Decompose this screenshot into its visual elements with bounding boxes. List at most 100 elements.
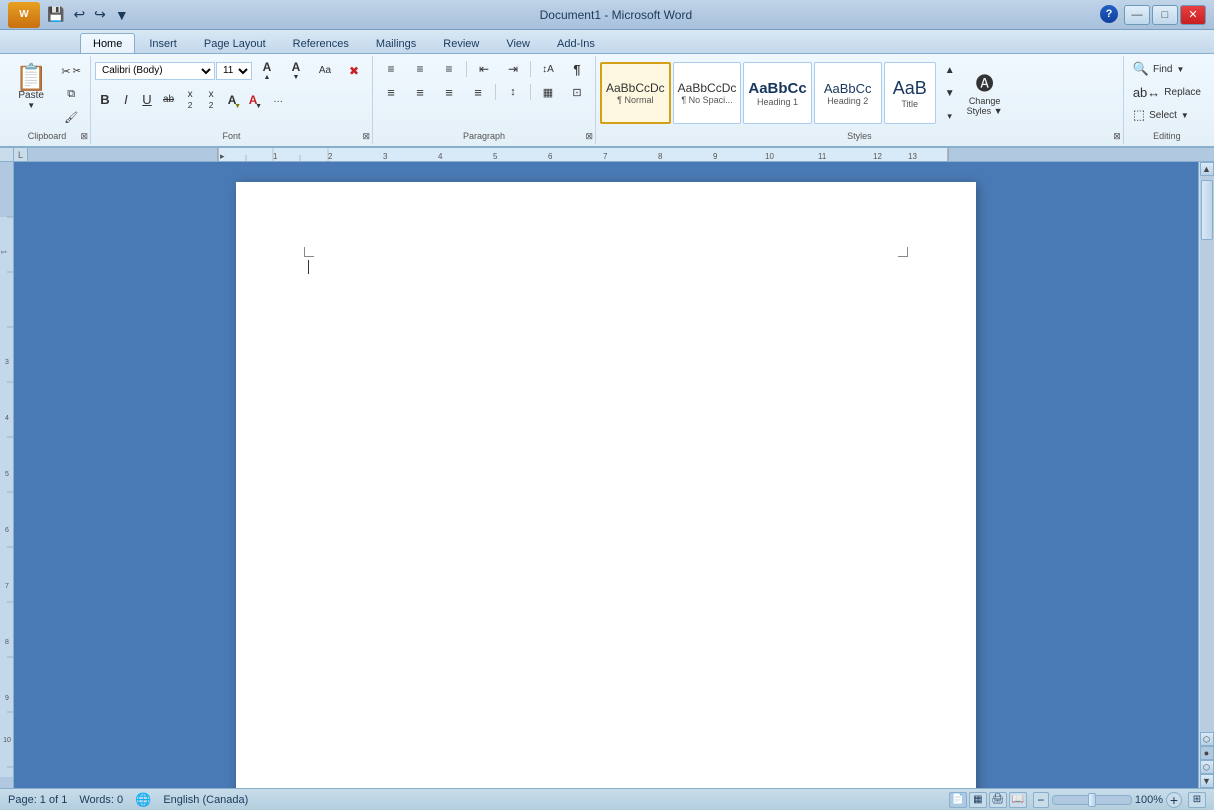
styles-scroll-down[interactable]: ▼ xyxy=(940,82,960,104)
styles-expand[interactable]: ⊠ xyxy=(1113,131,1121,142)
tab-mailings[interactable]: Mailings xyxy=(363,33,429,53)
sort-button[interactable]: ↕A xyxy=(534,58,562,80)
multilevel-button[interactable]: ≡ xyxy=(435,58,463,80)
tab-references[interactable]: References xyxy=(280,33,362,53)
bold-button[interactable]: B xyxy=(95,89,115,111)
web-layout-button[interactable]: 🖨 xyxy=(989,792,1007,808)
document-area: 1 2 3 4 5 6 7 8 9 10 L xyxy=(0,148,1214,788)
maximize-button[interactable]: □ xyxy=(1152,5,1178,25)
styles-more[interactable]: ▾ xyxy=(940,105,960,127)
svg-text:1: 1 xyxy=(0,250,7,254)
tab-home[interactable]: Home xyxy=(80,33,135,53)
quick-access-toolbar: 💾 ↩ ↪ ▼ xyxy=(44,5,132,24)
document-scroll-area[interactable] xyxy=(14,162,1198,788)
zoom-percent-button[interactable]: ⊞ xyxy=(1188,792,1206,808)
print-layout-button[interactable]: 📄 xyxy=(949,792,967,808)
change-case-button[interactable]: Aa xyxy=(311,60,339,82)
scroll-next-page[interactable]: ⬡ xyxy=(1200,760,1214,774)
paragraph-expand[interactable]: ⊠ xyxy=(585,131,593,142)
borders-button[interactable]: ⊡ xyxy=(563,81,591,103)
svg-text:10: 10 xyxy=(765,152,774,161)
font-expand[interactable]: ⊠ xyxy=(362,131,370,142)
svg-text:11: 11 xyxy=(818,152,827,161)
format-painter-button[interactable]: 🖌 xyxy=(56,106,86,128)
style-heading1[interactable]: AaBbCc Heading 1 xyxy=(743,62,811,124)
find-button[interactable]: 🔍 Find ▼ xyxy=(1128,58,1206,80)
line-spacing-button[interactable]: ↕ xyxy=(499,81,527,103)
paste-button[interactable]: 📋 Paste ▼ xyxy=(8,58,54,116)
undo-button[interactable]: ↩ xyxy=(70,5,88,24)
style-heading2-label: Heading 2 xyxy=(827,96,868,106)
style-no-spacing[interactable]: AaBbCcDc ¶ No Spaci... xyxy=(673,62,742,124)
horizontal-ruler: L 1 2 3 4 5 6 xyxy=(14,148,1214,162)
language-icon: 🌐 xyxy=(135,792,151,808)
clipboard-expand[interactable]: ⊠ xyxy=(80,131,88,142)
align-center-button[interactable]: ≡ xyxy=(406,81,434,103)
change-styles-label: ChangeStyles ▼ xyxy=(967,96,1003,116)
select-button[interactable]: ⬚ Select ▼ xyxy=(1128,104,1206,126)
style-heading2[interactable]: AaBbCc Heading 2 xyxy=(814,62,882,124)
ruler-corner[interactable]: L xyxy=(14,148,28,162)
decrease-indent-button[interactable]: ⇤ xyxy=(470,58,498,80)
scroll-down-button[interactable]: ▼ xyxy=(1200,774,1214,788)
strikethrough-button[interactable]: ab xyxy=(158,89,179,111)
scroll-select-browse[interactable]: ● xyxy=(1200,746,1214,760)
corner-mark-tr xyxy=(898,247,908,257)
copy-button[interactable]: ⧉ xyxy=(56,83,86,105)
increase-indent-button[interactable]: ⇥ xyxy=(499,58,527,80)
subscript-button[interactable]: x2 xyxy=(180,86,200,113)
bullets-button[interactable]: ≡ xyxy=(377,58,405,80)
full-screen-button[interactable]: ▦ xyxy=(969,792,987,808)
shading-button[interactable]: ▦ xyxy=(534,81,562,103)
font-name-select[interactable]: Calibri (Body) xyxy=(95,62,215,80)
tab-add-ins[interactable]: Add-Ins xyxy=(544,33,608,53)
italic-button[interactable]: I xyxy=(116,89,136,111)
qat-dropdown[interactable]: ▼ xyxy=(112,6,132,24)
zoom-out-button[interactable]: − xyxy=(1033,792,1049,808)
tab-review[interactable]: Review xyxy=(430,33,492,53)
svg-text:10: 10 xyxy=(3,737,11,744)
ruler-h-container: L 1 2 3 4 5 6 xyxy=(14,148,1214,788)
scroll-prev-page[interactable]: ⬡ xyxy=(1200,732,1214,746)
justify-button[interactable]: ≡ xyxy=(464,81,492,103)
save-button[interactable]: 💾 xyxy=(44,5,67,24)
office-button[interactable]: W xyxy=(8,2,40,28)
styles-scroll-up[interactable]: ▲ xyxy=(940,59,960,81)
zoom-slider[interactable] xyxy=(1052,795,1132,805)
tab-insert[interactable]: Insert xyxy=(136,33,190,53)
close-button[interactable]: ✕ xyxy=(1180,5,1206,25)
styles-label: Styles xyxy=(596,131,1123,141)
scroll-up-button[interactable]: ▲ xyxy=(1200,162,1214,176)
font-size-select[interactable]: 11 xyxy=(216,62,252,80)
help-button[interactable]: ? xyxy=(1100,5,1118,23)
shrink-font-button[interactable]: A▼ xyxy=(282,58,310,83)
zoom-in-button[interactable]: + xyxy=(1166,792,1182,808)
style-title-label: Title xyxy=(901,99,918,109)
redo-button[interactable]: ↪ xyxy=(91,5,109,24)
more-font-button[interactable]: … xyxy=(264,89,292,111)
scroll-thumb[interactable] xyxy=(1201,180,1213,240)
show-hide-button[interactable]: ¶ xyxy=(563,58,591,80)
document-page[interactable] xyxy=(236,182,976,788)
text-highlight-button[interactable]: A ▼ xyxy=(222,89,242,111)
grow-font-button[interactable]: A▲ xyxy=(253,58,281,83)
svg-text:9: 9 xyxy=(5,695,9,702)
scroll-track[interactable] xyxy=(1200,176,1214,732)
clear-formatting-button[interactable]: ✖ xyxy=(340,60,368,82)
align-right-button[interactable]: ≡ xyxy=(435,81,463,103)
numbering-button[interactable]: ≡ xyxy=(406,58,434,80)
font-color-button[interactable]: A ▼ xyxy=(243,89,263,111)
align-left-button[interactable]: ≡ xyxy=(377,81,405,103)
minimize-button[interactable]: — xyxy=(1124,5,1150,25)
style-normal[interactable]: AaBbCcDc ¶ Normal xyxy=(600,62,671,124)
tab-page-layout[interactable]: Page Layout xyxy=(191,33,279,53)
underline-button[interactable]: U xyxy=(137,89,157,111)
cut-button[interactable]: ✂ ✂ xyxy=(56,60,86,82)
tab-view[interactable]: View xyxy=(493,33,543,53)
vertical-scrollbar: ▲ ⬡ ● ⬡ ▼ xyxy=(1198,162,1214,788)
outline-view-button[interactable]: 📖 xyxy=(1009,792,1027,808)
replace-button[interactable]: ab↔ Replace xyxy=(1128,81,1206,103)
superscript-button[interactable]: x2 xyxy=(201,86,221,113)
style-title[interactable]: AaB Title xyxy=(884,62,936,124)
change-styles-button[interactable]: 🅐 ChangeStyles ▼ xyxy=(962,64,1008,122)
